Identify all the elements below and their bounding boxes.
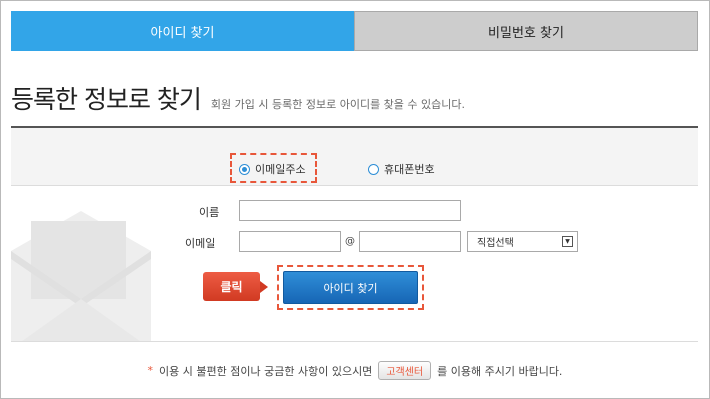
radio-email[interactable]: 이메일주소 [239,161,306,177]
radio-phone[interactable]: 휴대폰번호 [368,161,435,177]
search-method-panel [11,128,698,186]
at-symbol: @ [345,236,355,247]
page-subtitle: 회원 가입 시 등록한 정보로 아이디를 찾을 수 있습니다. [210,98,466,111]
find-id-button[interactable]: 아이디 찾기 [283,271,418,304]
name-input[interactable] [239,200,461,221]
tab-find-password[interactable]: 비밀번호 찾기 [354,11,698,51]
email-label: 이메일 [185,237,216,250]
customer-center-button[interactable]: 고객센터 [378,361,432,380]
callout-arrow-icon [260,281,268,293]
tab-bar: 아이디 찾기 비밀번호 찾기 [11,11,698,51]
radio-email-label: 이메일주소 [255,163,306,176]
page-title: 등록한 정보로 찾기 [11,85,202,114]
notice-star: * [147,364,154,377]
tab-find-id[interactable]: 아이디 찾기 [11,11,354,51]
chevron-down-icon[interactable]: ▼ [562,236,573,247]
radio-email-icon[interactable] [239,163,250,175]
radio-phone-icon[interactable] [368,163,379,175]
email-domain-select[interactable]: 직접선택 ▼ [467,231,578,252]
name-label: 이름 [199,206,220,219]
email-domain-input[interactable] [359,231,461,252]
envelope-icon [11,211,151,341]
section-heading: 등록한 정보로 찾기 회원 가입 시 등록한 정보로 아이디를 찾을 수 있습니… [11,80,465,116]
help-notice: * 이용 시 불편한 점이나 궁금한 사항이 있으시면 고객센터 를 이용해 주… [0,361,710,380]
email-local-input[interactable] [239,231,341,252]
email-domain-select-value: 직접선택 [477,238,514,249]
notice-text-after: 를 이용해 주시기 바랍니다. [437,364,563,378]
radio-phone-label: 휴대폰번호 [384,163,435,176]
notice-text-before: 이용 시 불편한 점이나 궁금한 사항이 있으시면 [159,364,373,378]
click-callout: 클릭 [203,272,260,301]
